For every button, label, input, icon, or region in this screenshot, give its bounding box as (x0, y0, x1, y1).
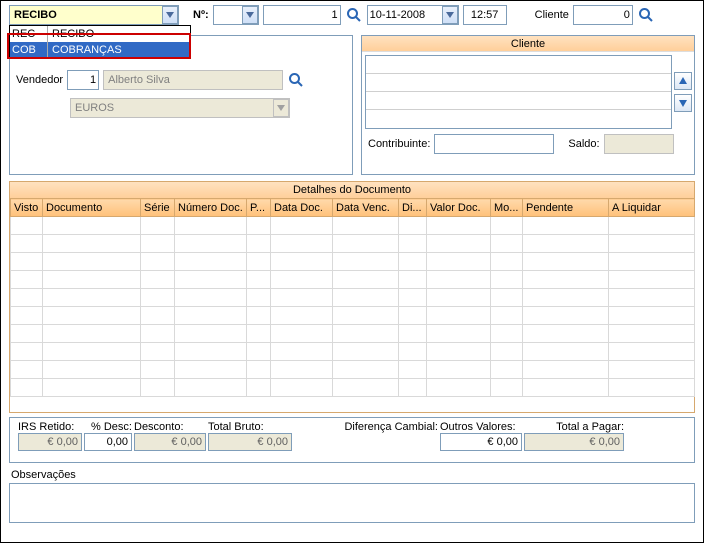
dropdown-item-cobrancas[interactable]: COB COBRANÇAS (10, 42, 190, 58)
col-p[interactable]: P... (247, 199, 271, 217)
doc-type-input[interactable] (9, 5, 179, 25)
table-row[interactable] (11, 307, 695, 325)
doc-number-input[interactable] (263, 5, 341, 25)
moeda-dropdown-btn (273, 99, 289, 117)
cliente-code-input[interactable] (573, 5, 633, 25)
cliente-panel: Cliente Contribuinte: Saldo: (361, 35, 695, 175)
col-pendente[interactable]: Pendente (523, 199, 609, 217)
saldo-display (604, 134, 674, 154)
outros-label: Outros Valores: (440, 421, 522, 433)
col-numero[interactable]: Número Doc. (175, 199, 247, 217)
obs-section: Observações (1, 467, 703, 531)
doc-type-dropdown-btn[interactable] (162, 6, 178, 24)
vendedor-name-display (103, 70, 283, 90)
table-row[interactable] (11, 217, 695, 235)
col-documento[interactable]: Documento (43, 199, 141, 217)
search-cliente-icon[interactable] (637, 6, 655, 24)
dropdown-item-code: COB (10, 42, 48, 58)
dropdown-item-code: REC (10, 26, 48, 42)
cliente-row (366, 74, 671, 92)
col-datadoc[interactable]: Data Doc. (271, 199, 333, 217)
obs-textarea[interactable] (9, 483, 695, 523)
table-row[interactable] (11, 361, 695, 379)
table-row[interactable] (11, 379, 695, 397)
dropdown-item-label: RECIBO (48, 26, 190, 42)
difcambial-label: Diferença Cambial: (294, 421, 438, 433)
vendedor-row: Vendedor (10, 66, 352, 94)
totals-panel: IRS Retido: % Desc: Desconto: Total Brut… (9, 417, 695, 463)
num-label: Nº: (193, 9, 209, 21)
details-panel: Detalhes do Documento Visto Documento Sé… (9, 181, 695, 413)
cliente-panel-title: Cliente (362, 36, 694, 52)
doc-type-combo[interactable] (9, 5, 179, 25)
scroll-up-button[interactable] (674, 72, 692, 90)
cliente-address-box[interactable] (365, 55, 672, 129)
table-row[interactable] (11, 235, 695, 253)
table-row[interactable] (11, 325, 695, 343)
search-doc-icon[interactable] (345, 6, 363, 24)
dropdown-item-label: COBRANÇAS (48, 42, 190, 58)
grid-header-row: Visto Documento Série Número Doc. P... D… (11, 199, 695, 217)
saldo-label: Saldo: (568, 138, 599, 150)
desconto-value (134, 433, 206, 451)
irs-label: IRS Retido: (18, 421, 82, 433)
table-row[interactable] (11, 343, 695, 361)
cliente-label: Cliente (535, 9, 569, 21)
col-di[interactable]: Di... (399, 199, 427, 217)
contribuinte-label: Contribuinte: (368, 138, 430, 150)
col-mo[interactable]: Mo... (491, 199, 523, 217)
num-series-combo[interactable] (213, 5, 259, 25)
table-row[interactable] (11, 271, 695, 289)
moeda-row (10, 94, 352, 122)
num-series-dropdown-btn[interactable] (242, 6, 258, 24)
dropdown-item-recibo[interactable]: REC RECIBO (10, 26, 190, 42)
moeda-input (70, 98, 290, 118)
col-serie[interactable]: Série (141, 199, 175, 217)
doc-type-dropdown-list[interactable]: REC RECIBO COB COBRANÇAS (9, 25, 191, 59)
obs-label: Observações (1, 467, 703, 481)
outros-input[interactable] (440, 433, 522, 451)
details-title: Detalhes do Documento (10, 182, 694, 198)
totals-labels-row: IRS Retido: % Desc: Desconto: Total Brut… (10, 418, 694, 433)
cliente-row (366, 56, 671, 74)
details-grid[interactable]: Visto Documento Série Número Doc. P... D… (10, 198, 695, 397)
contribuinte-row: Contribuinte: Saldo: (362, 132, 694, 156)
col-liquidar[interactable]: A Liquidar (609, 199, 695, 217)
moeda-combo (70, 98, 290, 118)
vendedor-label: Vendedor (16, 74, 63, 86)
col-datavenc[interactable]: Data Venc. (333, 199, 399, 217)
cliente-row (366, 92, 671, 110)
totalbruto-label: Total Bruto: (208, 421, 292, 433)
totalbruto-value (208, 433, 292, 451)
vendedor-code-input[interactable] (67, 70, 99, 90)
totals-values-row (10, 433, 694, 451)
irs-value (18, 433, 82, 451)
totalpagar-label: Total a Pagar: (524, 421, 624, 433)
date-combo[interactable] (367, 5, 459, 25)
col-valor[interactable]: Valor Doc. (427, 199, 491, 217)
pctdesc-input[interactable] (84, 433, 132, 451)
totalpagar-value (524, 433, 624, 451)
desconto-label: Desconto: (134, 421, 206, 433)
pctdesc-label: % Desc: (84, 421, 132, 433)
col-visto[interactable]: Visto (11, 199, 43, 217)
table-row[interactable] (11, 289, 695, 307)
table-row[interactable] (11, 253, 695, 271)
scroll-down-button[interactable] (674, 94, 692, 112)
date-dropdown-btn[interactable] (442, 6, 458, 24)
search-vendedor-icon[interactable] (287, 71, 305, 89)
contribuinte-input[interactable] (434, 134, 554, 154)
time-input[interactable] (463, 5, 507, 25)
cliente-row (366, 110, 671, 128)
